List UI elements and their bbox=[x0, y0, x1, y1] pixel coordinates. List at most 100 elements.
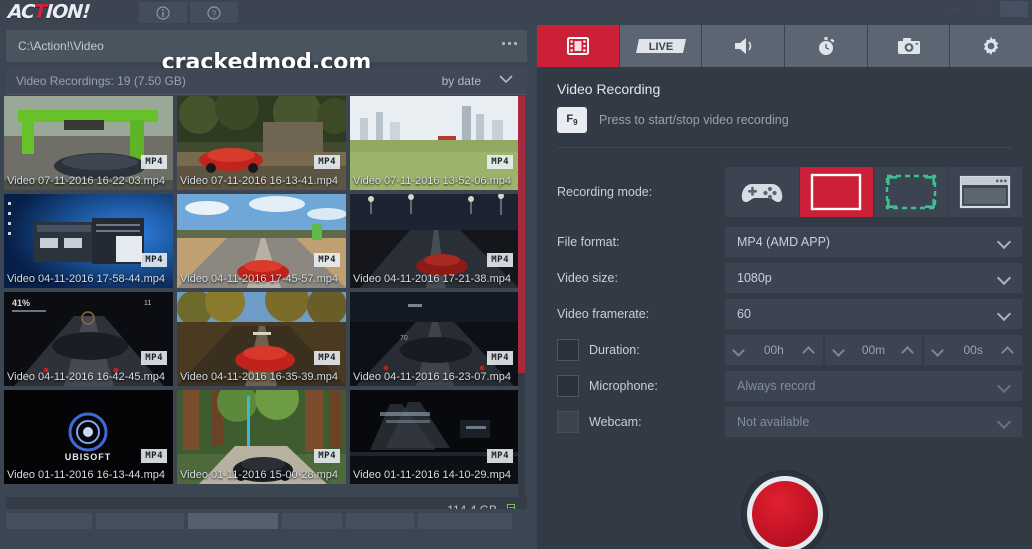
chevron-down-icon[interactable] bbox=[499, 74, 513, 84]
taskbar-sliver bbox=[0, 509, 533, 529]
film-strip-icon bbox=[567, 36, 589, 56]
recording-thumbnail[interactable]: MP4 Video 01-11-2016 15-00-28.mp4 bbox=[177, 390, 346, 484]
minimize-button[interactable]: — bbox=[940, 1, 968, 17]
tab-live-streaming[interactable]: LIVE bbox=[620, 25, 703, 67]
chevron-up-icon[interactable] bbox=[902, 346, 914, 354]
recording-thumbnail[interactable]: MP4 Video 07-11-2016 13-52-06.mp4 bbox=[350, 96, 519, 190]
recording-thumbnail[interactable]: MP4 Video 01-11-2016 14-10-29.mp4 bbox=[350, 390, 519, 484]
microphone-select[interactable]: Always record bbox=[725, 371, 1022, 401]
recording-thumbnail[interactable]: MP4 Video 04-11-2016 16-35-39.mp4 bbox=[177, 292, 346, 386]
tab-video-recording[interactable] bbox=[537, 25, 620, 67]
taskbar-item[interactable] bbox=[188, 513, 278, 529]
taskbar-item[interactable] bbox=[418, 513, 512, 529]
mode-region-button[interactable] bbox=[874, 167, 949, 217]
format-badge: MP4 bbox=[141, 155, 167, 169]
svg-text:70: 70 bbox=[400, 335, 408, 342]
chevron-down-icon[interactable] bbox=[833, 346, 845, 354]
stopwatch-icon bbox=[815, 36, 837, 56]
recording-thumbnail[interactable]: MP4 Video 04-11-2016 17-45-57.mp4 bbox=[177, 194, 346, 288]
format-badge: MP4 bbox=[141, 449, 167, 463]
recording-thumbnail[interactable]: UBISOFT MP4 Video 01-11-2016 16-13-44.mp… bbox=[4, 390, 173, 484]
tab-screenshot[interactable] bbox=[868, 25, 951, 67]
hotkey-key[interactable]: F9 bbox=[557, 107, 587, 133]
format-badge: MP4 bbox=[314, 253, 340, 267]
duration-hours-stepper[interactable]: 00h bbox=[725, 335, 823, 365]
recording-thumbnail[interactable]: MP4 Video 07-11-2016 16-22-03.mp4 bbox=[4, 96, 173, 190]
mode-window-button[interactable] bbox=[949, 167, 1023, 217]
path-bar[interactable]: C:\Action!\Video bbox=[6, 30, 527, 62]
mode-fullscreen-button[interactable] bbox=[800, 167, 875, 217]
duration-hours-value: 00h bbox=[764, 343, 784, 357]
duration-minutes-value: 00m bbox=[862, 343, 885, 357]
info-icon bbox=[156, 6, 170, 20]
chevron-up-icon[interactable] bbox=[1002, 346, 1014, 354]
thumbnail-caption: Video 04-11-2016 16-23-07.mp4 bbox=[350, 369, 519, 386]
chevron-down-icon[interactable] bbox=[932, 346, 944, 354]
video-framerate-value: 60 bbox=[725, 307, 751, 321]
live-icon: LIVE bbox=[634, 36, 688, 56]
chevron-down-icon[interactable] bbox=[733, 346, 745, 354]
recording-thumbnail[interactable]: 41% 11 MP4 Video 04-11-2016 16-42-45.mp4 bbox=[4, 292, 173, 386]
video-size-row: Video size: 1080p bbox=[537, 261, 1032, 295]
grid-row: UBISOFT MP4 Video 01-11-2016 16-13-44.mp… bbox=[4, 390, 520, 484]
close-button[interactable]: ✕ bbox=[1000, 1, 1028, 17]
taskbar-item[interactable] bbox=[346, 513, 414, 529]
chevron-down-icon bbox=[999, 236, 1010, 247]
more-options-button[interactable] bbox=[502, 42, 517, 45]
sort-label[interactable]: by date bbox=[442, 74, 481, 88]
video-framerate-select[interactable]: 60 bbox=[725, 299, 1022, 329]
gear-icon bbox=[980, 35, 1002, 57]
tab-benchmark[interactable] bbox=[785, 25, 868, 67]
svg-text:41%: 41% bbox=[12, 298, 30, 308]
recordings-scrollbar[interactable] bbox=[518, 96, 525, 526]
recording-thumbnail[interactable]: 70 MP4 Video 04-11-2016 16-23-07.mp4 bbox=[350, 292, 519, 386]
recording-thumbnail[interactable]: MP4 Video 07-11-2016 16-13-41.mp4 bbox=[177, 96, 346, 190]
window-controls: — □ ✕ bbox=[940, 1, 1028, 17]
maximize-button[interactable]: □ bbox=[970, 1, 998, 17]
format-badge: MP4 bbox=[314, 351, 340, 365]
taskbar-item[interactable] bbox=[282, 513, 342, 529]
duration-checkbox[interactable] bbox=[557, 339, 579, 361]
recording-thumbnail[interactable]: MP4 Video 04-11-2016 17-21-38.mp4 bbox=[350, 194, 519, 288]
thumbnail-caption: Video 07-11-2016 16-13-41.mp4 bbox=[177, 173, 346, 190]
duration-seconds-stepper[interactable]: 00s bbox=[924, 335, 1022, 365]
record-button-ring bbox=[747, 476, 823, 549]
thumbnail-caption: Video 04-11-2016 17-21-38.mp4 bbox=[350, 271, 519, 288]
grid-row: 41% 11 MP4 Video 04-11-2016 16-42-45.mp4 bbox=[4, 292, 520, 386]
webcam-select[interactable]: Not available bbox=[725, 407, 1022, 437]
recordings-grid: MP4 Video 07-11-2016 16-22-03.mp4 bbox=[4, 96, 520, 526]
recordings-count-label: Video Recordings: 19 (7.50 GB) bbox=[16, 74, 186, 88]
hotkey-number: 9 bbox=[573, 118, 577, 127]
tab-audio[interactable] bbox=[702, 25, 785, 67]
chevron-down-icon bbox=[999, 272, 1010, 283]
thumbnail-caption: Video 04-11-2016 16-35-39.mp4 bbox=[177, 369, 346, 386]
webcam-checkbox[interactable] bbox=[557, 411, 579, 433]
section-title: Video Recording bbox=[557, 81, 1032, 97]
thumbnail-caption: Video 04-11-2016 16-42-45.mp4 bbox=[4, 369, 173, 386]
title-bar: ACTION! ? — □ ✕ bbox=[0, 0, 1032, 25]
duration-row: Duration: 00h 00m 00s bbox=[537, 333, 1032, 367]
chevron-up-icon[interactable] bbox=[803, 346, 815, 354]
taskbar-item[interactable] bbox=[96, 513, 184, 529]
thumbnail-caption: Video 01-11-2016 14-10-29.mp4 bbox=[350, 467, 519, 484]
video-size-label: Video size: bbox=[537, 271, 725, 285]
tab-settings[interactable] bbox=[950, 25, 1032, 67]
microphone-row: Microphone: Always record bbox=[537, 369, 1032, 403]
taskbar-item[interactable] bbox=[6, 513, 92, 529]
video-size-select[interactable]: 1080p bbox=[725, 263, 1022, 293]
file-format-row: File format: MP4 (AMD APP) bbox=[537, 225, 1032, 259]
record-button-core bbox=[752, 481, 818, 547]
format-badge: MP4 bbox=[314, 449, 340, 463]
info-button[interactable] bbox=[139, 2, 187, 23]
duration-minutes-stepper[interactable]: 00m bbox=[825, 335, 923, 365]
microphone-checkbox[interactable] bbox=[557, 375, 579, 397]
help-button[interactable]: ? bbox=[190, 2, 238, 23]
recording-thumbnail[interactable]: MP4 Video 04-11-2016 17-58-44.mp4 bbox=[4, 194, 173, 288]
mode-games-button[interactable] bbox=[725, 167, 800, 217]
record-button[interactable] bbox=[742, 471, 828, 549]
file-format-select[interactable]: MP4 (AMD APP) bbox=[725, 227, 1022, 257]
scrollbar-thumb[interactable] bbox=[518, 96, 525, 373]
video-framerate-label: Video framerate: bbox=[537, 307, 725, 321]
application-window-icon bbox=[959, 174, 1011, 210]
logo-suffix: ION! bbox=[45, 1, 90, 23]
